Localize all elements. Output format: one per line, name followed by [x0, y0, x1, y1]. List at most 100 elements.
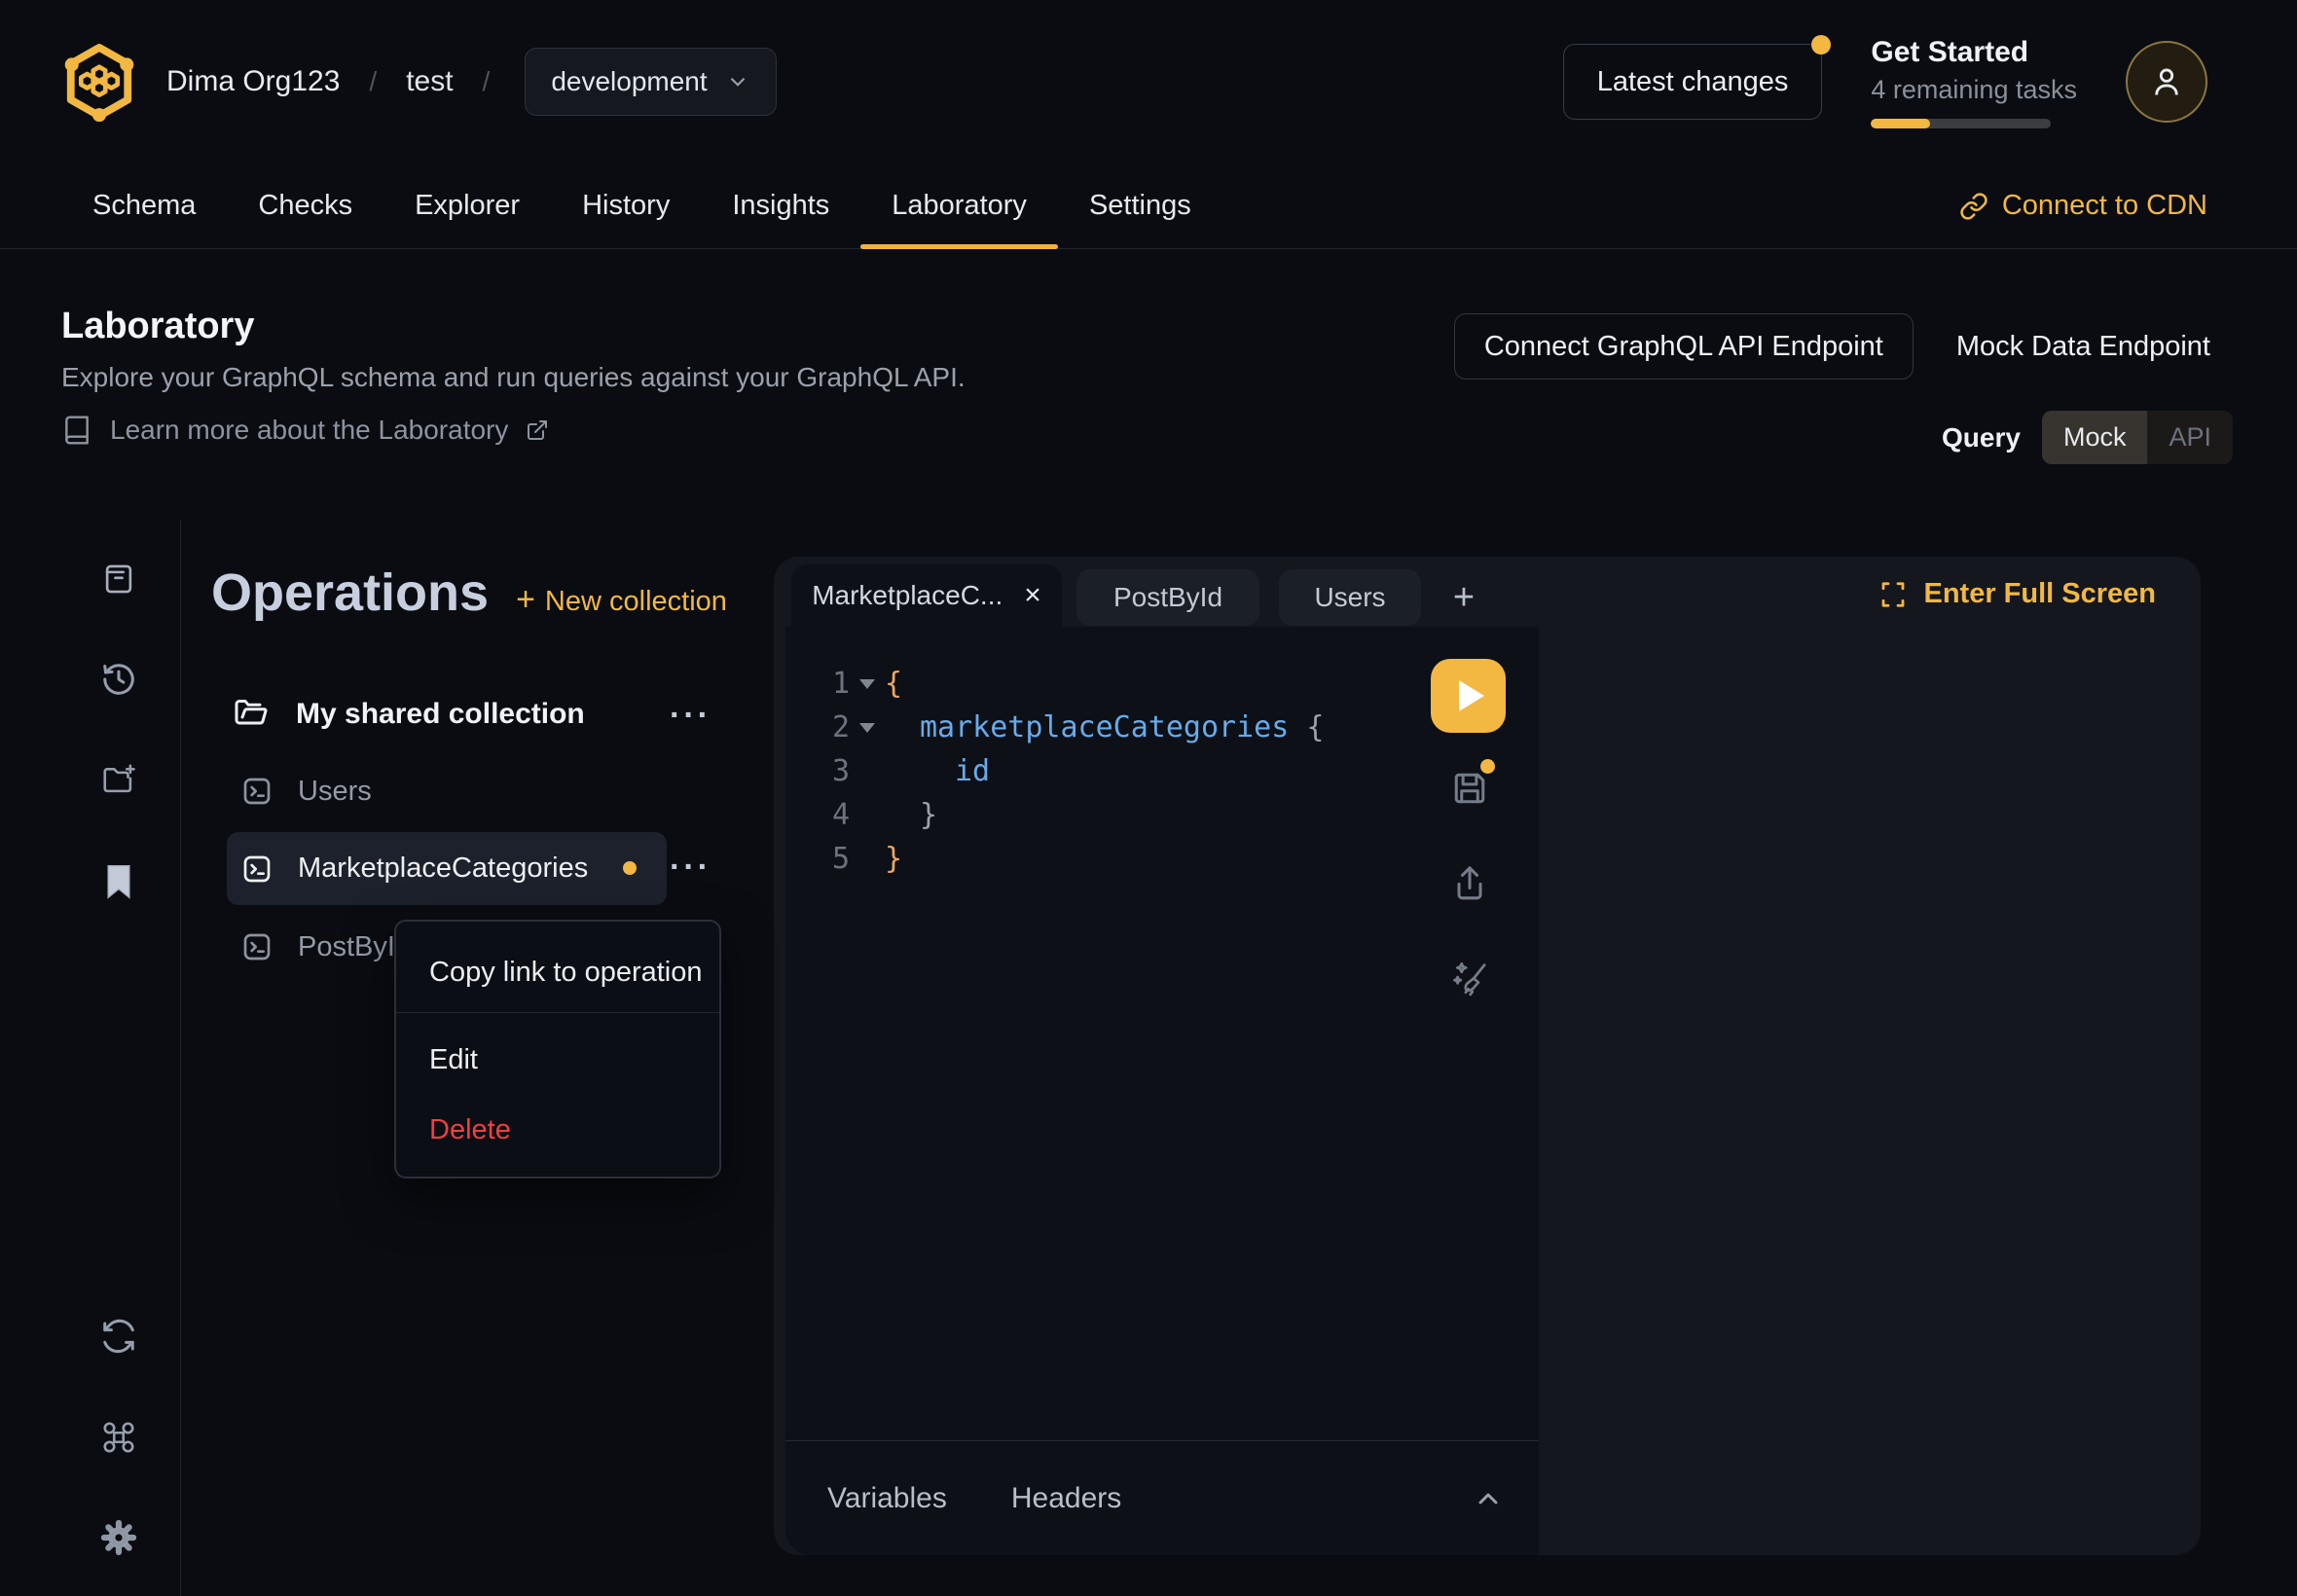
- environment-label: development: [551, 66, 707, 97]
- code-token: }: [885, 842, 902, 876]
- get-started-progress-fill: [1871, 119, 1930, 128]
- broom-sparkles-icon: [1448, 956, 1491, 998]
- collapse-panel-button[interactable]: [1473, 1483, 1504, 1514]
- breadcrumb: Dima Org123 / test / development: [166, 48, 777, 116]
- environment-selector[interactable]: development: [525, 48, 776, 116]
- tab-laboratory[interactable]: Laboratory: [860, 163, 1058, 248]
- history-clock-icon: [100, 661, 137, 698]
- operation-item-postbyid[interactable]: PostById: [241, 922, 411, 972]
- headers-tab[interactable]: Headers: [1011, 1482, 1121, 1515]
- get-started-title: Get Started: [1871, 36, 2077, 69]
- tab-label: Laboratory: [892, 190, 1027, 222]
- endpoint-actions: Connect GraphQL API Endpoint Mock Data E…: [1454, 313, 2210, 380]
- unsaved-changes-dot: [623, 861, 637, 875]
- menu-item-delete[interactable]: Delete: [429, 1114, 511, 1146]
- tab-checks[interactable]: Checks: [227, 163, 383, 248]
- rail-shortcuts-icon[interactable]: [99, 1418, 138, 1457]
- editor-tab-label: MarketplaceC...: [812, 580, 1003, 611]
- editor-tab-postbyid[interactable]: PostById: [1076, 569, 1259, 626]
- close-tab-icon[interactable]: ×: [1024, 581, 1041, 610]
- new-collection-button[interactable]: + New collection: [516, 581, 727, 619]
- fold-arrow-icon[interactable]: [859, 679, 875, 689]
- rail-bookmarks-icon[interactable]: [99, 862, 138, 901]
- get-started-subtitle: 4 remaining tasks: [1871, 75, 2077, 105]
- get-started-progress: [1871, 119, 2051, 128]
- chevron-down-icon: [725, 69, 750, 94]
- connect-to-cdn-link[interactable]: Connect to CDN: [1959, 163, 2207, 248]
- tab-insights[interactable]: Insights: [701, 163, 860, 248]
- line-number: 1: [785, 667, 850, 701]
- query-label: Query: [1942, 422, 2021, 453]
- mock-data-endpoint-link[interactable]: Mock Data Endpoint: [1956, 331, 2210, 363]
- menu-item-edit[interactable]: Edit: [429, 1044, 478, 1076]
- rail-settings-icon[interactable]: [99, 1518, 138, 1557]
- fold-arrow-icon[interactable]: [859, 723, 875, 733]
- collection-name: My shared collection: [296, 698, 585, 731]
- code-token: {: [885, 667, 902, 701]
- rail-new-collection-icon[interactable]: [99, 760, 138, 799]
- tab-explorer[interactable]: Explorer: [383, 163, 551, 248]
- operation-menu-button[interactable]: ···: [670, 849, 711, 887]
- editor-tab-marketplacecategories[interactable]: MarketplaceC... ×: [791, 564, 1062, 627]
- folder-plus-icon: [100, 761, 137, 798]
- share-operation-button[interactable]: [1448, 861, 1491, 904]
- menu-item-copy-link[interactable]: Copy link to operation: [429, 957, 703, 989]
- operation-item-users[interactable]: Users: [241, 766, 372, 816]
- collection-my-shared-collection[interactable]: My shared collection: [234, 689, 701, 740]
- latest-changes-label: Latest changes: [1597, 66, 1789, 98]
- folder-open-icon: [234, 697, 269, 732]
- tab-label: Schema: [92, 190, 196, 222]
- top-header: Dima Org123 / test / development Latest …: [0, 0, 2297, 163]
- line-number: 2: [785, 710, 850, 744]
- operation-context-menu: Copy link to operation Edit Delete: [394, 920, 721, 1179]
- tab-history[interactable]: History: [551, 163, 701, 248]
- user-avatar[interactable]: [2126, 41, 2207, 123]
- operation-item-marketplacecategories[interactable]: MarketplaceCategories: [227, 832, 667, 905]
- query-mode-mock[interactable]: Mock: [2042, 411, 2148, 464]
- rail-history-icon[interactable]: [99, 660, 138, 699]
- gear-icon: [99, 1518, 138, 1557]
- graphql-code-editor[interactable]: 1 { 2 marketplaceCategories { 3 id 4: [785, 627, 1539, 1440]
- line-number: 4: [785, 798, 850, 832]
- link-icon: [1959, 192, 1988, 221]
- connect-to-cdn-label: Connect to CDN: [2002, 190, 2207, 222]
- connect-graphql-endpoint-button[interactable]: Connect GraphQL API Endpoint: [1454, 313, 1914, 380]
- menu-divider: [396, 1012, 719, 1013]
- operation-icon: [241, 931, 273, 962]
- breadcrumb-project[interactable]: test: [406, 65, 453, 98]
- editor-tab-label: PostById: [1113, 582, 1222, 613]
- fullscreen-icon: [1878, 580, 1908, 609]
- tab-settings[interactable]: Settings: [1058, 163, 1222, 248]
- code-token: marketplaceCategories: [920, 710, 1289, 744]
- editor-tab-users[interactable]: Users: [1279, 569, 1421, 626]
- learn-more-link[interactable]: Learn more about the Laboratory: [61, 415, 549, 446]
- book-icon: [61, 415, 92, 446]
- page-title: Laboratory: [61, 306, 254, 347]
- breadcrumb-org[interactable]: Dima Org123: [166, 65, 340, 98]
- collection-menu-button[interactable]: ···: [670, 697, 711, 735]
- latest-changes-button[interactable]: Latest changes: [1563, 44, 1823, 120]
- learn-more-label: Learn more about the Laboratory: [110, 415, 508, 446]
- enter-fullscreen-button[interactable]: Enter Full Screen: [1878, 578, 2156, 610]
- rail-refresh-icon[interactable]: [99, 1317, 138, 1356]
- line-number: 5: [785, 842, 850, 876]
- code-token: {: [1289, 710, 1324, 744]
- rail-saved-operations-icon[interactable]: [99, 560, 138, 598]
- get-started-widget[interactable]: Get Started 4 remaining tasks: [1871, 36, 2077, 128]
- line-number: 3: [785, 754, 850, 788]
- hive-logo-icon[interactable]: [61, 42, 137, 122]
- run-query-button[interactable]: [1431, 659, 1506, 733]
- sidebar-divider: [180, 520, 181, 1596]
- operation-label: Users: [298, 776, 372, 808]
- tab-schema[interactable]: Schema: [61, 163, 227, 248]
- tab-label: Insights: [732, 190, 829, 222]
- variables-tab[interactable]: Variables: [827, 1482, 947, 1515]
- operation-icon: [241, 853, 273, 885]
- prettify-operation-button[interactable]: [1448, 956, 1491, 998]
- project-nav: Schema Checks Explorer History Insights …: [0, 163, 2297, 249]
- operation-icon: [241, 776, 273, 807]
- query-mode-api[interactable]: API: [2147, 411, 2233, 464]
- operation-label: MarketplaceCategories: [298, 852, 588, 885]
- enter-fullscreen-label: Enter Full Screen: [1923, 578, 2156, 610]
- add-tab-button[interactable]: +: [1440, 574, 1487, 621]
